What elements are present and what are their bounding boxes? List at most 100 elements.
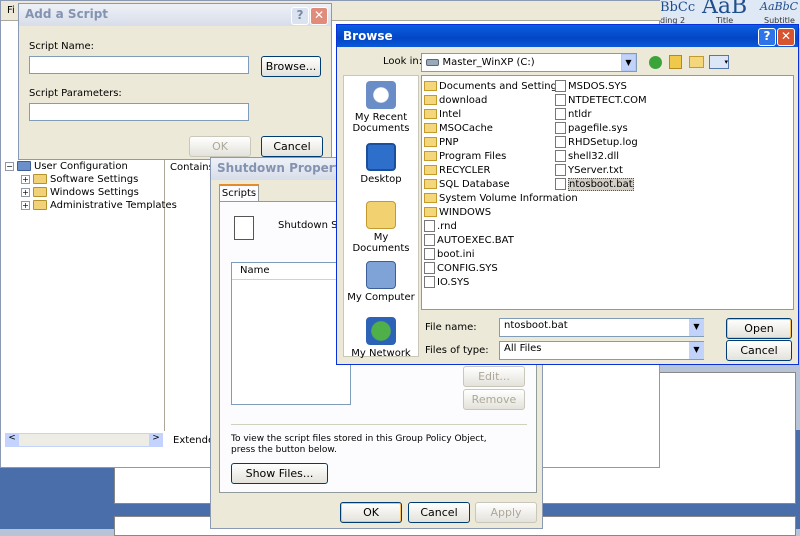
my-documents-icon	[366, 201, 396, 229]
close-icon[interactable]: ✕	[310, 7, 328, 25]
file-item[interactable]: SQL Database	[424, 178, 510, 192]
tree-label: Administrative Templates	[50, 200, 177, 211]
folder-icon	[33, 174, 47, 184]
script-name-input[interactable]	[29, 56, 249, 74]
file-name-input[interactable]: ntosboot.bat	[499, 318, 704, 337]
up-folder-icon[interactable]	[669, 55, 682, 69]
place-my-network[interactable]: My Network	[344, 317, 418, 359]
file-item[interactable]: download	[424, 94, 487, 108]
expand-icon[interactable]: +	[21, 174, 30, 184]
file-type-select[interactable]: All Files	[499, 341, 704, 360]
browse-button[interactable]: Browse...	[261, 56, 321, 77]
file-item[interactable]: PNP	[424, 136, 459, 150]
place-label: My Computer	[347, 292, 415, 303]
script-icon	[234, 216, 254, 240]
file-icon	[555, 164, 566, 176]
apply-button[interactable]: Apply	[475, 502, 537, 523]
tree-label: Software Settings	[50, 174, 139, 185]
info-text: To view the script files stored in this …	[231, 434, 487, 455]
file-item[interactable]: .rnd	[424, 220, 457, 234]
file-list[interactable]: Documents and Settings download Intel MSOCa…	[421, 75, 794, 310]
cancel-button[interactable]: Cancel	[261, 136, 323, 157]
file-item[interactable]: shell32.dll	[555, 150, 619, 164]
file-item[interactable]: IO.SYS	[424, 276, 469, 290]
file-item[interactable]: RHDSetup.log	[555, 136, 638, 150]
scroll-left-icon[interactable]: <	[5, 433, 19, 447]
view-menu-icon[interactable]: ▾	[709, 55, 729, 69]
file-item[interactable]: YServer.txt	[555, 164, 623, 178]
edit-button[interactable]: Edit...	[463, 366, 525, 387]
show-files-button[interactable]: Show Files...	[231, 463, 328, 484]
user-config-icon	[17, 161, 31, 171]
tree-item-software-settings[interactable]: + Software Settings	[21, 174, 138, 185]
file-item[interactable]: NTDETECT.COM	[555, 94, 647, 108]
file-name: System Volume Information	[439, 193, 578, 204]
chevron-down-icon[interactable]: ▼	[621, 54, 636, 71]
file-name: RHDSetup.log	[568, 137, 638, 148]
column-header-name[interactable]: Name	[232, 263, 350, 280]
file-item[interactable]: MSDOS.SYS	[555, 80, 627, 94]
file-item[interactable]: Intel	[424, 108, 461, 122]
horizontal-scrollbar[interactable]	[5, 433, 163, 447]
look-in-select[interactable]: Master_WinXP (C:)	[421, 53, 637, 72]
file-type-label: Files of type:	[425, 345, 489, 356]
place-desktop[interactable]: Desktop	[344, 143, 418, 185]
tree-label: User Configuration	[34, 161, 128, 172]
collapse-icon[interactable]: −	[5, 161, 14, 171]
cancel-button[interactable]: Cancel	[408, 502, 470, 523]
expand-icon[interactable]: +	[21, 200, 30, 210]
file-name: boot.ini	[437, 249, 475, 260]
folder-icon	[424, 207, 437, 217]
file-item[interactable]: MSOCache	[424, 122, 493, 136]
back-icon[interactable]	[649, 56, 662, 69]
file-item[interactable]: AUTOEXEC.BAT	[424, 234, 514, 248]
script-params-input[interactable]	[29, 103, 249, 121]
folder-icon	[424, 109, 437, 119]
folder-icon	[33, 200, 47, 210]
browse-titlebar: Browse ? ✕	[337, 25, 798, 47]
scripts-list[interactable]: Name	[231, 262, 351, 405]
chevron-down-icon[interactable]: ▼	[689, 342, 704, 359]
open-button[interactable]: Open	[726, 318, 792, 339]
file-item[interactable]: Program Files	[424, 150, 506, 164]
script-name-label: Script Name:	[29, 41, 95, 52]
file-name: pagefile.sys	[568, 123, 628, 134]
style-sample-1[interactable]: BbCc	[660, 0, 695, 15]
tree-item-user-config[interactable]: − User Configuration	[5, 161, 128, 172]
tree-label: Windows Settings	[50, 187, 139, 198]
look-in-label: Look in:	[383, 56, 423, 67]
file-name-label: File name:	[425, 322, 477, 333]
file-item[interactable]: boot.ini	[424, 248, 475, 262]
place-label: Desktop	[360, 174, 402, 185]
file-item[interactable]: CONFIG.SYS	[424, 262, 498, 276]
help-icon[interactable]: ?	[758, 28, 776, 46]
remove-button[interactable]: Remove	[463, 389, 525, 410]
new-folder-icon[interactable]	[689, 56, 704, 68]
file-item[interactable]: RECYCLER	[424, 164, 490, 178]
close-icon[interactable]: ✕	[777, 28, 795, 46]
policy-tree[interactable]: − User Configuration + Software Settings +…	[5, 151, 177, 431]
ok-button[interactable]: OK	[340, 502, 402, 523]
file-item[interactable]: ntldr	[555, 108, 592, 122]
place-my-documents[interactable]: My Documents	[344, 201, 418, 254]
expand-icon[interactable]: +	[21, 187, 30, 197]
tab-scripts[interactable]: Scripts	[219, 184, 259, 202]
file-item[interactable]: ntosboot.bat	[555, 178, 634, 192]
file-item[interactable]: pagefile.sys	[555, 122, 628, 136]
file-icon	[424, 262, 435, 274]
place-recent-documents[interactable]: My Recent Documents	[344, 81, 418, 134]
ok-button[interactable]: OK	[189, 136, 251, 157]
place-my-computer[interactable]: My Computer	[344, 261, 418, 303]
tree-item-windows-settings[interactable]: + Windows Settings	[21, 187, 139, 198]
cancel-button[interactable]: Cancel	[726, 340, 792, 361]
file-item[interactable]: System Volume Information	[424, 192, 578, 206]
style-sample-3[interactable]: AaBbC	[760, 0, 798, 13]
file-menu[interactable]: Fi	[7, 5, 15, 16]
scroll-right-icon[interactable]: >	[149, 433, 163, 447]
tree-item-admin-templates[interactable]: + Administrative Templates	[21, 200, 177, 211]
my-network-icon	[366, 317, 396, 345]
file-item[interactable]: Documents and Settings	[424, 80, 562, 94]
file-item[interactable]: WINDOWS	[424, 206, 491, 220]
help-icon[interactable]: ?	[291, 7, 309, 25]
chevron-down-icon[interactable]: ▼	[689, 319, 704, 336]
